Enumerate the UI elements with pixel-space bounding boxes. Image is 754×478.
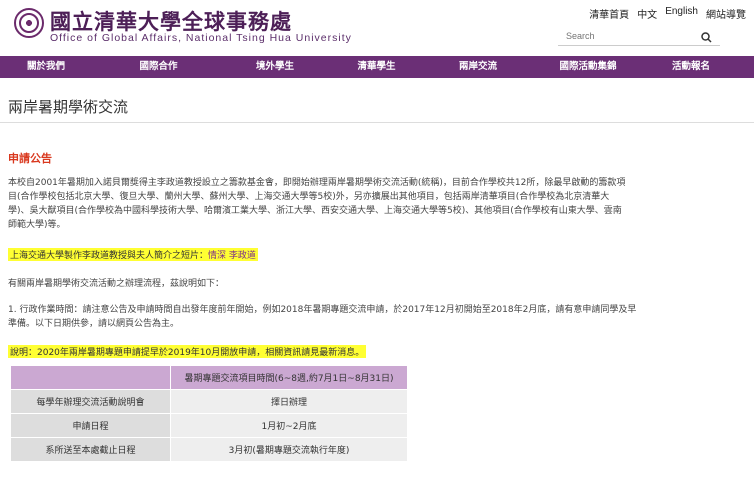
table-header: 暑期專題交流項目時間(6~8週,約7月1日~8月31日) [170,365,408,390]
nav-about[interactable]: 關於我們 [0,56,92,78]
nthu-logo[interactable] [14,8,44,38]
notice-heading: 申請公告 [8,152,52,165]
header: 國立清華大學全球事務處 Office of Global Affairs, Na… [0,0,754,56]
table-row: 系所送至本處截止日程 3月初(暑期專題交流執行年度) [10,437,408,462]
process-intro: 有關兩岸暑期學術交流活動之辦理流程，茲說明如下： [8,279,225,289]
search-icon[interactable] [701,28,712,47]
table-row: 申請日程 1月初~2月底 [10,413,408,438]
step-1-text: 1. 行政作業時間：請注意公告及申請時間自出發年度前年開始，例如2018年暑期專… [8,305,637,329]
page-title: 兩岸暑期學術交流 [8,98,129,116]
note-highlight: 說明：2020年兩岸暑期專題申請提早於2019年10月開放申請，相關資訊請見最新… [8,345,367,358]
video-highlight: 上海交通大學製作李政道教授與夫人簡介之短片：情深 李政道 [8,248,258,261]
link-english[interactable]: English [665,6,698,21]
nav-cross-strait[interactable]: 兩岸交流 [428,56,528,78]
nav-international-cooperation[interactable]: 國際合作 [92,56,225,78]
nav-events-gallery[interactable]: 國際活動集錦 [528,56,648,78]
table-row: 每學年辦理交流活動說明會 擇日辦理 [10,389,408,414]
divider [0,122,754,123]
link-nthu-home[interactable]: 清華首頁 [589,6,629,21]
search-box [558,24,720,46]
link-chinese[interactable]: 中文 [637,6,657,21]
main-nav: 關於我們 國際合作 境外學生 清華學生 兩岸交流 國際活動集錦 活動報名 [0,56,754,78]
link-sitemap[interactable]: 網站導覽 [706,6,746,21]
schedule-table: 暑期專題交流項目時間(6~8週,約7月1日~8月31日) 每學年辦理交流活動說明… [10,365,408,462]
intro-paragraph: 本校自2001年暑期加入諾貝爾獎得主李政道教授設立之籌款基金會，即開始辦理兩岸暑… [8,178,626,230]
search-input[interactable] [558,26,698,46]
nav-nthu-students[interactable]: 清華學生 [325,56,428,78]
site-title-en[interactable]: Office of Global Affairs, National Tsing… [50,32,352,44]
nav-overseas-students[interactable]: 境外學生 [225,56,325,78]
nav-registration[interactable]: 活動報名 [648,56,734,78]
video-link[interactable]: 情深 李政道 [208,251,256,261]
top-links: 清華首頁 中文 English 網站導覽 [589,6,746,21]
table-header-row: 暑期專題交流項目時間(6~8週,約7月1日~8月31日) [10,365,408,390]
